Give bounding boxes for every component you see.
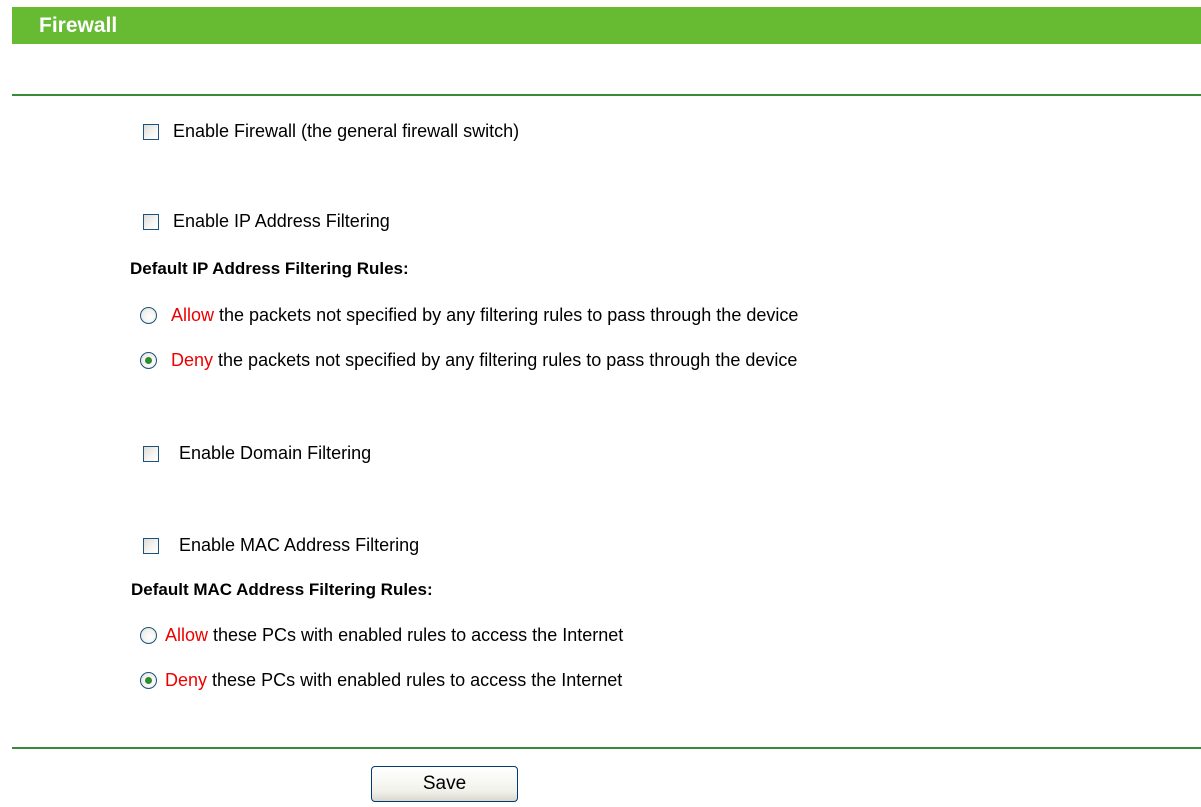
ip-rule-deny-row[interactable]: Deny the packets not specified by any fi… <box>140 350 797 371</box>
enable-ip-filtering-checkbox[interactable] <box>143 213 159 230</box>
enable-domain-filtering-checkbox[interactable] <box>143 445 159 462</box>
top-divider <box>12 94 1201 96</box>
enable-mac-filtering-row[interactable]: Enable MAC Address Filtering <box>143 535 419 556</box>
mac-rule-allow-radio[interactable] <box>140 627 157 644</box>
page-title: Firewall <box>39 14 118 37</box>
ip-rule-allow-keyword: Allow <box>171 305 215 325</box>
ip-rule-deny-label: Deny the packets not specified by any fi… <box>171 350 797 371</box>
mac-filtering-rules-heading: Default MAC Address Filtering Rules: <box>131 580 433 599</box>
title-bar: Firewall <box>12 7 1201 44</box>
enable-domain-filtering-label: Enable Domain Filtering <box>179 443 372 463</box>
mac-rule-allow-text: these PCs with enabled rules to access t… <box>208 625 624 645</box>
ip-rule-allow-text: the packets not specified by any filteri… <box>214 305 799 325</box>
enable-domain-filtering-row[interactable]: Enable Domain Filtering <box>143 443 371 464</box>
ip-filtering-rules-heading: Default IP Address Filtering Rules: <box>130 259 409 278</box>
mac-rule-deny-row[interactable]: Deny these PCs with enabled rules to acc… <box>140 670 622 691</box>
enable-mac-filtering-label: Enable MAC Address Filtering <box>179 535 420 555</box>
mac-rule-allow-keyword: Allow <box>165 625 209 645</box>
enable-ip-filtering-row[interactable]: Enable IP Address Filtering <box>143 211 390 232</box>
enable-firewall-checkbox[interactable] <box>143 123 159 140</box>
enable-ip-filtering-label: Enable IP Address Filtering <box>173 211 390 231</box>
ip-rule-allow-row[interactable]: Allow the packets not specified by any f… <box>140 305 798 326</box>
enable-mac-filtering-checkbox[interactable] <box>143 537 159 554</box>
save-button[interactable]: Save <box>371 766 518 802</box>
mac-rule-deny-text: these PCs with enabled rules to access t… <box>207 670 623 690</box>
mac-rule-deny-radio[interactable] <box>140 672 157 689</box>
bottom-divider <box>12 747 1201 749</box>
mac-rule-allow-label: Allow these PCs with enabled rules to ac… <box>165 625 623 646</box>
ip-rule-deny-keyword: Deny <box>171 350 214 370</box>
mac-rule-deny-keyword: Deny <box>165 670 208 690</box>
ip-rule-allow-label: Allow the packets not specified by any f… <box>171 305 798 326</box>
enable-firewall-row[interactable]: Enable Firewall (the general firewall sw… <box>143 121 519 142</box>
firewall-page: Firewall Enable Firewall (the general fi… <box>0 0 1201 807</box>
ip-rule-deny-text: the packets not specified by any filteri… <box>213 350 798 370</box>
mac-rule-allow-row[interactable]: Allow these PCs with enabled rules to ac… <box>140 625 623 646</box>
enable-firewall-label: Enable Firewall (the general firewall sw… <box>173 121 520 141</box>
ip-rule-deny-radio[interactable] <box>140 352 157 369</box>
mac-rule-deny-label: Deny these PCs with enabled rules to acc… <box>165 670 622 691</box>
ip-rule-allow-radio[interactable] <box>140 307 157 324</box>
